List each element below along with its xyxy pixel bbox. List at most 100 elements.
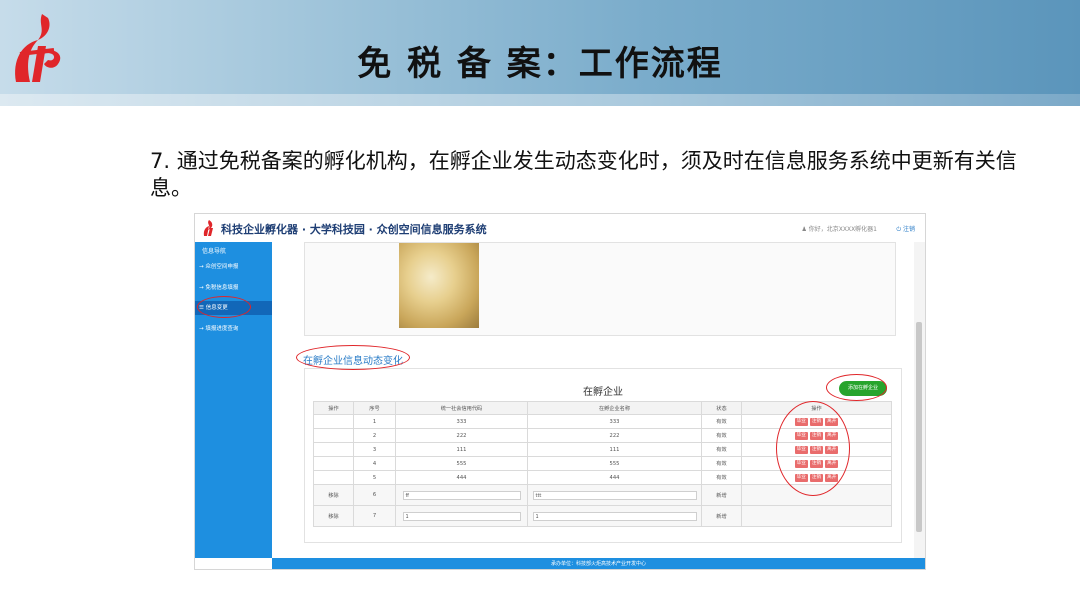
row-name: 222 (527, 428, 702, 443)
name-input[interactable]: 1 (532, 511, 697, 521)
cancel-button[interactable]: 注销 (809, 459, 824, 468)
remove-link[interactable]: 移除 (313, 484, 354, 506)
table-row: 3 111 111 有效 毕业 注销 离开 (313, 442, 892, 457)
sidebar-item-label: 免税信息填报 (205, 285, 239, 291)
col-header-index: 序号 (353, 401, 396, 415)
add-enterprise-button[interactable]: 添加在孵企业 (839, 381, 887, 396)
cancel-button[interactable]: 注销 (809, 431, 824, 440)
power-icon: ⏻ (896, 226, 903, 233)
table-caption: 在孵企业 (583, 387, 623, 398)
row-code-cell: ff (395, 484, 528, 506)
row-name-cell: 1 (527, 505, 702, 527)
table-row: 5 444 444 有效 毕业 注销 离开 (313, 470, 892, 485)
row-status: 新增 (701, 484, 742, 506)
uploaded-photo (399, 243, 479, 328)
table-row: 1 333 333 有效 毕业 注销 离开 (313, 414, 892, 429)
row-name-cell: ttt (527, 484, 702, 506)
row-index: 4 (353, 456, 396, 471)
row-status: 有效 (701, 470, 742, 485)
row-actions: 毕业 注销 离开 (741, 442, 892, 457)
new-table-row: 移除 7 1 1 新增 (313, 505, 892, 527)
row-code-cell: 1 (395, 505, 528, 527)
cancel-button[interactable]: 注销 (809, 445, 824, 454)
leave-button[interactable]: 离开 (825, 459, 839, 468)
row-name: 333 (527, 414, 702, 429)
sidebar-heading: 信息导航 (202, 248, 227, 255)
row-actions: 毕业 注销 离开 (741, 428, 892, 443)
code-input[interactable]: ff (402, 490, 521, 500)
row-actions: 毕业 注销 离开 (741, 456, 892, 471)
sidebar-item-label: 填报进度查询 (205, 326, 239, 332)
row-status: 有效 (701, 428, 742, 443)
graduate-button[interactable]: 毕业 (794, 473, 808, 482)
leave-button[interactable]: 离开 (825, 473, 839, 482)
enterprise-table: 操作 序号 统一社会信用代码 在孵企业名称 状态 操作 1 333 333 有效… (313, 401, 892, 527)
graduate-button[interactable]: 毕业 (794, 431, 808, 440)
slide-description: 7. 通过免税备案的孵化机构，在孵企业发生动态变化时，须及时在信息服务系统中更新… (150, 149, 1017, 200)
system-screenshot: 科技企业孵化器 · 大学科技园 · 众创空间信息服务系统 ♟ 你好，北京XXXX… (194, 213, 926, 570)
user-greeting: ♟ 你好，北京XXXX孵化器1 (801, 224, 877, 233)
torch-logo-icon (203, 220, 213, 236)
row-op-cell (313, 456, 354, 471)
remove-link[interactable]: 移除 (313, 505, 354, 527)
sidebar-item-maker-space[interactable]: → 众创空间申报 (195, 260, 272, 274)
row-index: 6 (353, 484, 396, 506)
leave-button[interactable]: 离开 (825, 431, 839, 440)
scrollbar-thumb[interactable] (916, 322, 922, 532)
graduate-button[interactable]: 毕业 (794, 417, 808, 426)
graduate-button[interactable]: 毕业 (794, 445, 808, 454)
logout-label: 注销 (902, 226, 915, 233)
main-content: 在孵企业信息动态变化 在孵企业 添加在孵企业 操作 序号 统一社会信用代码 在孵… (272, 242, 914, 558)
row-op-cell (313, 414, 354, 429)
row-actions (741, 505, 892, 527)
col-header-op: 操作 (313, 401, 354, 415)
row-actions (741, 484, 892, 506)
app-title: 科技企业孵化器 · 大学科技园 · 众创空间信息服务系统 (221, 223, 487, 236)
sidebar-item-progress[interactable]: → 填报进度查询 (195, 322, 272, 336)
app-topbar: 科技企业孵化器 · 大学科技园 · 众创空间信息服务系统 ♟ 你好，北京XXXX… (195, 214, 925, 242)
row-status: 有效 (701, 456, 742, 471)
row-code: 111 (395, 442, 528, 457)
row-code: 333 (395, 414, 528, 429)
row-status: 有效 (701, 414, 742, 429)
row-code: 555 (395, 456, 528, 471)
col-header-name: 在孵企业名称 (527, 401, 702, 415)
user-icon: ♟ (801, 226, 809, 233)
row-name: 444 (527, 470, 702, 485)
sidebar-item-tax-info[interactable]: → 免税信息填报 (195, 281, 272, 295)
name-input[interactable]: ttt (532, 490, 697, 500)
slide-header: 免 税 备 案：工作流程 (0, 0, 1080, 106)
sidebar-item-info-change[interactable]: ☰ 信息变更 (195, 301, 272, 315)
new-table-row: 移除 6 ff ttt 新增 (313, 484, 892, 506)
section-title: 在孵企业信息动态变化 (303, 356, 403, 367)
cancel-button[interactable]: 注销 (809, 473, 824, 482)
slide-title: 免 税 备 案：工作流程 (357, 44, 723, 84)
row-code: 222 (395, 428, 528, 443)
row-name: 111 (527, 442, 702, 457)
row-actions: 毕业 注销 离开 (741, 470, 892, 485)
list-icon: ☰ (199, 305, 206, 311)
sidebar: 信息导航 → 众创空间申报 → 免税信息填报 ☰ 信息变更 → 填报进度查询 (195, 242, 272, 558)
row-code: 444 (395, 470, 528, 485)
row-index: 3 (353, 442, 396, 457)
sidebar-item-label: 众创空间申报 (205, 264, 239, 270)
image-panel (304, 242, 896, 336)
row-index: 2 (353, 428, 396, 443)
leave-button[interactable]: 离开 (825, 445, 839, 454)
row-op-cell (313, 470, 354, 485)
code-input[interactable]: 1 (402, 511, 521, 521)
table-row: 2 222 222 有效 毕业 注销 离开 (313, 428, 892, 443)
row-index: 1 (353, 414, 396, 429)
graduate-button[interactable]: 毕业 (794, 459, 808, 468)
logout-link[interactable]: ⏻ 注销 (896, 224, 915, 234)
row-status: 新增 (701, 505, 742, 527)
incubated-table-panel: 在孵企业 添加在孵企业 操作 序号 统一社会信用代码 在孵企业名称 状态 操作 (304, 368, 902, 543)
leave-button[interactable]: 离开 (825, 417, 839, 426)
cancel-button[interactable]: 注销 (809, 417, 824, 426)
row-op-cell (313, 428, 354, 443)
user-label: 你好，北京XXXX孵化器1 (808, 226, 877, 233)
row-actions: 毕业 注销 离开 (741, 414, 892, 429)
col-header-actions: 操作 (741, 401, 892, 415)
row-status: 有效 (701, 442, 742, 457)
col-header-code: 统一社会信用代码 (395, 401, 528, 415)
